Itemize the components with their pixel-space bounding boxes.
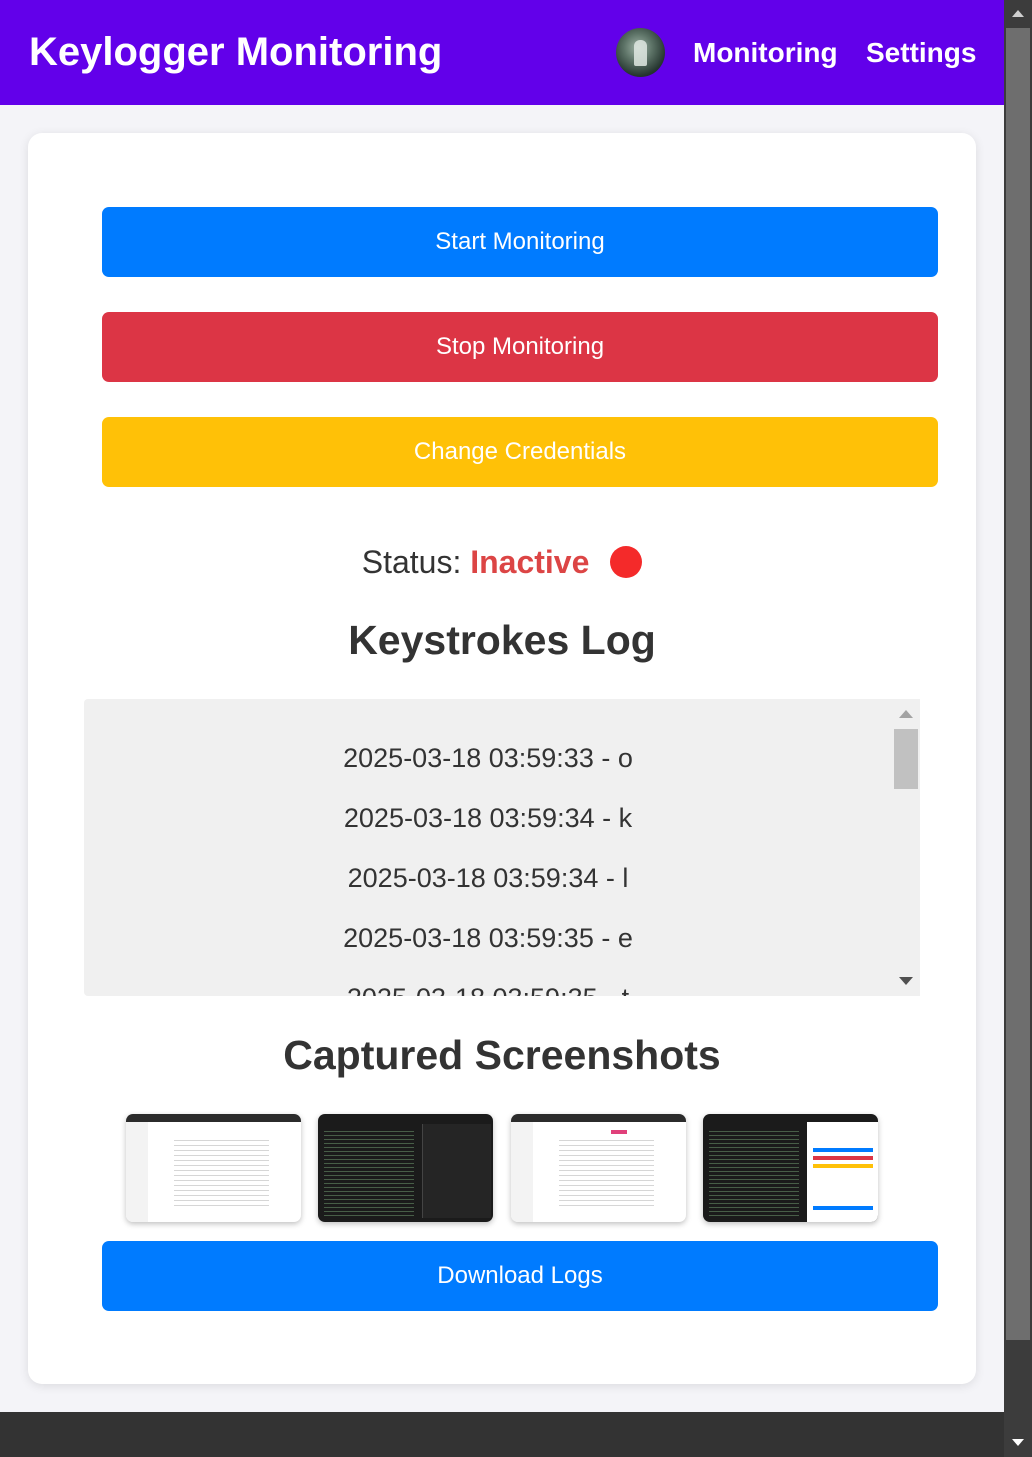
thumb-mini-bar bbox=[813, 1206, 873, 1210]
download-logs-button[interactable]: Download Logs bbox=[102, 1241, 938, 1311]
stop-monitoring-button[interactable]: Stop Monitoring bbox=[102, 312, 938, 382]
thumb-table bbox=[559, 1136, 654, 1206]
thumb-code bbox=[324, 1128, 414, 1216]
scroll-down-arrow-icon[interactable] bbox=[899, 977, 913, 985]
screenshots-title: Captured Screenshots bbox=[283, 1032, 721, 1078]
keystrokes-log-title: Keystrokes Log bbox=[348, 617, 656, 663]
screenshot-thumbnail[interactable] bbox=[703, 1114, 878, 1222]
thumb-accent bbox=[611, 1130, 627, 1134]
scroll-up-arrow-icon[interactable] bbox=[899, 710, 913, 718]
status-label: Status: bbox=[361, 544, 462, 580]
nav-settings-link[interactable]: Settings bbox=[866, 36, 976, 70]
status-indicator-dot bbox=[610, 546, 643, 578]
screenshot-thumbnail[interactable] bbox=[511, 1114, 686, 1222]
keystrokes-log-box[interactable]: 2025-03-18 03:59:33 - o 2025-03-18 03:59… bbox=[84, 699, 920, 996]
thumb-panel bbox=[422, 1124, 491, 1218]
thumb-mini-bar bbox=[813, 1156, 873, 1160]
log-entry: 2025-03-18 03:59:35 - e bbox=[343, 923, 633, 953]
thumb-sidebar bbox=[511, 1122, 533, 1222]
thumb-table bbox=[174, 1136, 269, 1206]
page-scroll-down-arrow-icon[interactable] bbox=[1012, 1439, 1024, 1446]
thumb-titlebar bbox=[511, 1114, 686, 1122]
log-entry: 2025-03-18 03:59:34 - l bbox=[347, 863, 629, 893]
navbar: Keylogger Monitoring Monitoring Settings bbox=[0, 0, 1004, 105]
footer bbox=[0, 1412, 1004, 1457]
log-scroll-thumb[interactable] bbox=[894, 729, 918, 789]
log-entry: 2025-03-18 03:59:34 - k bbox=[343, 803, 633, 833]
log-scrollbar[interactable] bbox=[892, 699, 920, 996]
page: Keylogger Monitoring Monitoring Settings… bbox=[0, 0, 1004, 1457]
log-entry: 2025-03-18 03:59:35 - t bbox=[84, 981, 892, 996]
avatar[interactable] bbox=[616, 28, 665, 77]
nav-monitoring-link[interactable]: Monitoring bbox=[693, 36, 838, 70]
thumb-sidebar bbox=[126, 1122, 148, 1222]
page-scroll-up-arrow-icon[interactable] bbox=[1012, 10, 1024, 17]
thumb-mini-bar bbox=[813, 1164, 873, 1168]
thumb-code bbox=[709, 1128, 799, 1216]
change-credentials-button[interactable]: Change Credentials bbox=[102, 417, 938, 487]
page-scrollbar[interactable] bbox=[1004, 0, 1032, 1457]
screenshot-thumbnail[interactable] bbox=[126, 1114, 301, 1222]
thumb-titlebar bbox=[126, 1114, 301, 1122]
status-line: Status: Inactive bbox=[28, 542, 976, 582]
thumb-mini-bar bbox=[813, 1148, 873, 1152]
avatar-figure bbox=[634, 40, 647, 66]
screenshot-thumbnail[interactable] bbox=[318, 1114, 493, 1222]
app-title: Keylogger Monitoring bbox=[29, 30, 443, 74]
page-scroll-thumb[interactable] bbox=[1006, 28, 1030, 1340]
log-entry: 2025-03-18 03:59:33 - o bbox=[343, 743, 633, 773]
status-value: Inactive bbox=[470, 544, 590, 580]
monitoring-card: Start Monitoring Stop Monitoring Change … bbox=[28, 133, 976, 1384]
start-monitoring-button[interactable]: Start Monitoring bbox=[102, 207, 938, 277]
